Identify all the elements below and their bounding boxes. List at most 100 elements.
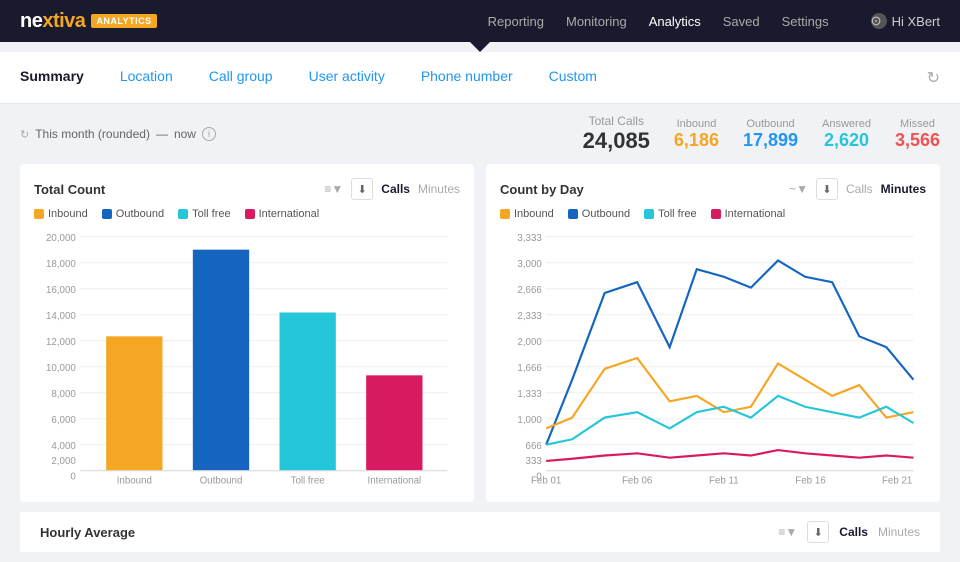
bar-chart-svg: 20,000 18,000 16,000 14,000 12,000 10,00… bbox=[34, 228, 460, 488]
charts-row: Total Count ≡▼ ⬇ Calls Minutes Inbound O… bbox=[20, 164, 940, 502]
svg-text:8,000: 8,000 bbox=[51, 389, 76, 400]
tabs-bar: Summary Location Call group User activit… bbox=[0, 52, 960, 104]
tab-useractivity[interactable]: User activity bbox=[291, 52, 403, 104]
legend-tollfree-label: Toll free bbox=[192, 208, 231, 220]
user-greeting: Hi XBert bbox=[892, 14, 940, 29]
outbound-stat: Outbound 17,899 bbox=[743, 118, 798, 151]
svg-text:3,333: 3,333 bbox=[517, 233, 541, 244]
line-chart-card: Count by Day ~▼ ⬇ Calls Minutes Inbound … bbox=[486, 164, 940, 502]
total-calls-value: 24,085 bbox=[583, 128, 650, 154]
line-chart-controls: ~▼ ⬇ Calls Minutes bbox=[789, 178, 926, 200]
bar-chart-card: Total Count ≡▼ ⬇ Calls Minutes Inbound O… bbox=[20, 164, 474, 502]
legend-outbound-label: Outbound bbox=[116, 208, 164, 220]
svg-text:1,333: 1,333 bbox=[517, 389, 541, 400]
tab-location[interactable]: Location bbox=[102, 52, 191, 104]
bar-download-button[interactable]: ⬇ bbox=[351, 178, 373, 200]
legend-outbound-dot bbox=[102, 209, 112, 219]
line-legend-tollfree: Toll free bbox=[644, 208, 697, 220]
nav-monitoring[interactable]: Monitoring bbox=[566, 14, 627, 29]
svg-text:Feb 01: Feb 01 bbox=[531, 476, 561, 487]
total-calls-label: Total Calls bbox=[583, 114, 650, 128]
line-international bbox=[546, 450, 913, 461]
svg-text:3,000: 3,000 bbox=[517, 259, 542, 270]
user-icon: ⊙ bbox=[871, 13, 887, 29]
analytics-badge: ANALYTICS bbox=[91, 14, 156, 28]
nav-analytics[interactable]: Analytics bbox=[649, 14, 701, 29]
svg-text:333: 333 bbox=[526, 456, 542, 467]
tab-phonenumber[interactable]: Phone number bbox=[403, 52, 531, 104]
bar-tollfree bbox=[280, 313, 336, 471]
bar-chart-controls: ≡▼ ⬇ Calls Minutes bbox=[324, 178, 460, 200]
svg-text:Toll free: Toll free bbox=[291, 476, 325, 487]
missed-value: 3,566 bbox=[895, 130, 940, 151]
line-download-button[interactable]: ⬇ bbox=[816, 178, 838, 200]
svg-text:10,000: 10,000 bbox=[46, 363, 76, 374]
legend-international-label: International bbox=[259, 208, 320, 220]
hourly-average-bar: Hourly Average ≡▼ ⬇ Calls Minutes bbox=[20, 512, 940, 552]
bar-chart-legend: Inbound Outbound Toll free International bbox=[34, 208, 460, 220]
nav-reporting[interactable]: Reporting bbox=[488, 14, 544, 29]
tab-callgroup[interactable]: Call group bbox=[191, 52, 291, 104]
date-stats-row: ↻ This month (rounded) — now i Total Cal… bbox=[20, 114, 940, 154]
svg-text:Inbound: Inbound bbox=[117, 476, 152, 487]
tab-custom[interactable]: Custom bbox=[531, 52, 615, 104]
svg-text:Feb 21: Feb 21 bbox=[882, 476, 912, 487]
bar-chart-svg-area: 20,000 18,000 16,000 14,000 12,000 10,00… bbox=[34, 228, 460, 488]
svg-text:2,333: 2,333 bbox=[517, 311, 541, 322]
svg-text:2,000: 2,000 bbox=[517, 337, 542, 348]
top-navigation: nextiva ANALYTICS Reporting Monitoring A… bbox=[0, 0, 960, 42]
user-area: ⊙ Hi XBert bbox=[871, 13, 940, 29]
bar-chart-title: Total Count bbox=[34, 182, 105, 197]
bar-outbound bbox=[193, 250, 249, 471]
line-legend-inbound-label: Inbound bbox=[514, 208, 554, 220]
line-sort-icon[interactable]: ~▼ bbox=[789, 182, 808, 196]
main-content: ↻ This month (rounded) — now i Total Cal… bbox=[0, 104, 960, 562]
line-legend-tollfree-label: Toll free bbox=[658, 208, 697, 220]
bar-toggle-minutes[interactable]: Minutes bbox=[418, 182, 460, 196]
line-legend-inbound: Inbound bbox=[500, 208, 554, 220]
refresh-icon[interactable]: ↻ bbox=[927, 68, 940, 88]
svg-text:14,000: 14,000 bbox=[46, 311, 76, 322]
bar-inbound bbox=[106, 336, 162, 470]
legend-tollfree-dot bbox=[178, 209, 188, 219]
outbound-value: 17,899 bbox=[743, 130, 798, 151]
legend-outbound: Outbound bbox=[102, 208, 164, 220]
line-legend-outbound-dot bbox=[568, 209, 578, 219]
answered-value: 2,620 bbox=[822, 130, 871, 151]
outbound-label: Outbound bbox=[743, 118, 798, 130]
total-calls-stat: Total Calls 24,085 bbox=[583, 114, 650, 154]
line-legend-inbound-dot bbox=[500, 209, 510, 219]
nav-saved[interactable]: Saved bbox=[723, 14, 760, 29]
bar-chart-header: Total Count ≡▼ ⬇ Calls Minutes bbox=[34, 178, 460, 200]
line-chart-title: Count by Day bbox=[500, 182, 584, 197]
legend-inbound-dot bbox=[34, 209, 44, 219]
line-toggle-minutes[interactable]: Minutes bbox=[881, 182, 926, 196]
missed-label: Missed bbox=[895, 118, 940, 130]
svg-text:18,000: 18,000 bbox=[46, 259, 76, 270]
svg-text:2,000: 2,000 bbox=[51, 456, 76, 467]
bar-sort-icon[interactable]: ≡▼ bbox=[324, 182, 343, 196]
answered-label: Answered bbox=[822, 118, 871, 130]
inbound-value: 6,186 bbox=[674, 130, 719, 151]
bar-toggle-calls[interactable]: Calls bbox=[381, 182, 410, 196]
hourly-toggle-calls[interactable]: Calls bbox=[839, 525, 868, 539]
date-separator: — bbox=[156, 127, 168, 141]
tab-summary[interactable]: Summary bbox=[20, 52, 102, 104]
legend-international: International bbox=[245, 208, 320, 220]
svg-text:4,000: 4,000 bbox=[51, 441, 76, 452]
nav-settings[interactable]: Settings bbox=[782, 14, 829, 29]
inbound-stat: Inbound 6,186 bbox=[674, 118, 719, 151]
missed-stat: Missed 3,566 bbox=[895, 118, 940, 151]
answered-stat: Answered 2,620 bbox=[822, 118, 871, 151]
svg-text:20,000: 20,000 bbox=[46, 233, 76, 244]
legend-inbound: Inbound bbox=[34, 208, 88, 220]
inbound-label: Inbound bbox=[674, 118, 719, 130]
svg-text:2,666: 2,666 bbox=[517, 285, 541, 296]
hourly-toggle-minutes[interactable]: Minutes bbox=[878, 525, 920, 539]
line-toggle-calls[interactable]: Calls bbox=[846, 182, 873, 196]
svg-text:International: International bbox=[367, 476, 421, 487]
svg-text:666: 666 bbox=[526, 441, 542, 452]
svg-text:16,000: 16,000 bbox=[46, 285, 76, 296]
refresh-sm-icon: ↻ bbox=[20, 128, 29, 141]
hourly-sort-icon[interactable]: ≡▼ bbox=[778, 525, 797, 539]
